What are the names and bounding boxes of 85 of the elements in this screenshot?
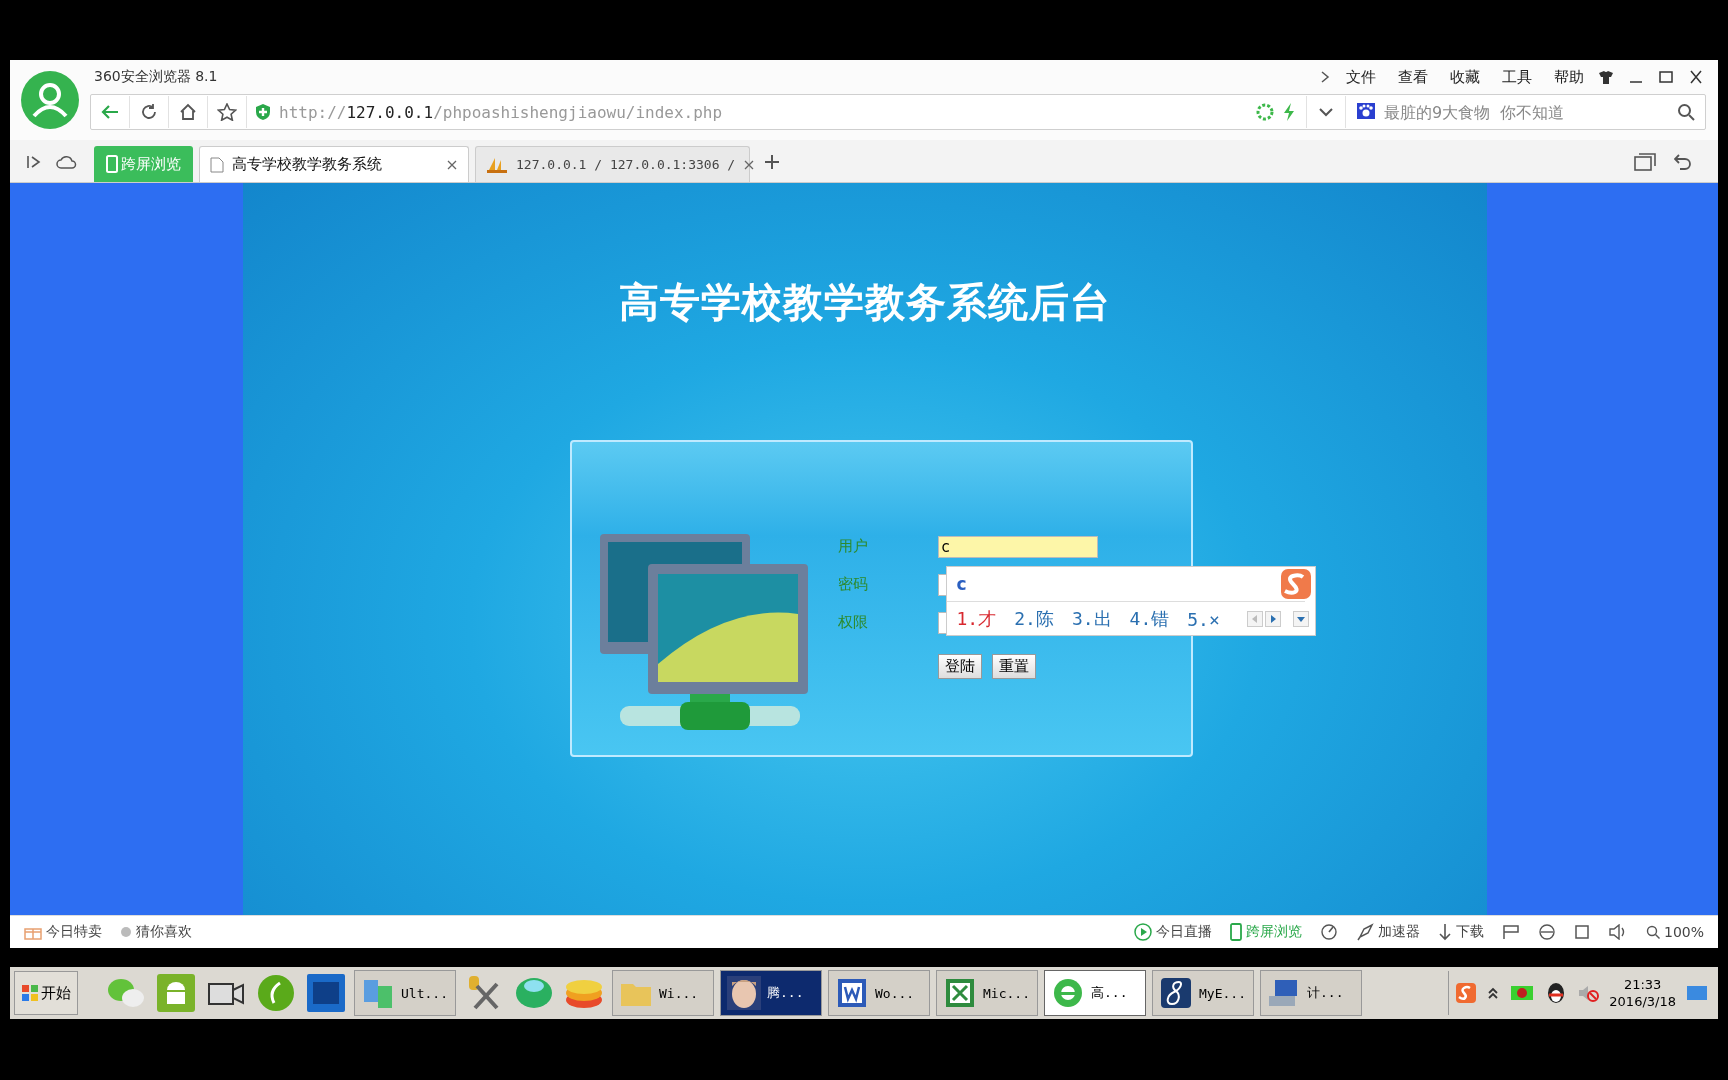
chevron-down-icon[interactable] — [1318, 107, 1334, 117]
next-page-icon[interactable] — [1264, 611, 1281, 627]
status-link[interactable]: 今日特卖 — [24, 923, 102, 941]
shirt-icon[interactable] — [1598, 70, 1614, 84]
star-icon[interactable] — [217, 103, 237, 121]
flag-icon[interactable] — [1501, 924, 1520, 940]
start-button[interactable]: 开始 — [14, 971, 78, 1015]
reload-icon[interactable] — [140, 103, 158, 121]
zoom-level[interactable]: 100% — [1645, 924, 1704, 940]
dropdown-icon[interactable] — [1292, 611, 1309, 627]
page-title: 高专学校教学教务系统后台 — [619, 277, 1111, 327]
menu-item[interactable]: 收藏 — [1444, 67, 1486, 87]
ime-candidate[interactable]: 1.才 — [956, 607, 997, 631]
browser-icon[interactable] — [1051, 976, 1085, 1010]
ime-candidate[interactable]: 2.陈 — [1014, 607, 1054, 631]
field-label: 权限 — [837, 612, 868, 633]
refresh-mode-icon[interactable] — [1256, 103, 1274, 121]
figure-eight-icon[interactable] — [1159, 976, 1193, 1010]
network-icon[interactable] — [1509, 983, 1536, 1003]
status-link[interactable]: 今日直播 — [1133, 923, 1212, 941]
taskbar-button[interactable]: 高... — [1044, 970, 1146, 1016]
window-icon[interactable] — [1573, 924, 1590, 940]
download-icon — [1437, 923, 1452, 941]
paw-icon[interactable] — [1356, 102, 1378, 122]
field-label: 用户 — [837, 536, 868, 557]
menu-item[interactable]: 文件 — [1340, 67, 1382, 87]
speed-dial-icon[interactable] — [1319, 923, 1338, 941]
taskbar-button[interactable]: Ult... — [354, 970, 456, 1016]
phone-icon — [1229, 923, 1242, 941]
shield-icon — [255, 103, 271, 121]
back-icon[interactable] — [100, 103, 120, 121]
undo-icon[interactable] — [1674, 153, 1692, 171]
s-logo-icon[interactable] — [1455, 982, 1478, 1004]
windows-logo-icon — [21, 984, 39, 1002]
phone-icon — [106, 155, 118, 173]
cloud-icon[interactable] — [56, 154, 78, 170]
ime-candidate[interactable]: 4.错 — [1129, 607, 1170, 631]
ime-candidate[interactable]: 5.× — [1187, 608, 1220, 630]
play-icon — [1133, 923, 1152, 941]
sidebar-toggle-icon[interactable] — [26, 154, 42, 170]
menu-item[interactable]: 帮助 — [1548, 67, 1590, 87]
taskbar-button[interactable]: MyE... — [1152, 970, 1254, 1016]
login-button[interactable]: 登陆 — [937, 654, 982, 679]
close-icon[interactable] — [446, 158, 458, 171]
home-icon[interactable] — [179, 103, 197, 121]
search-icon — [1645, 925, 1660, 939]
menu-item[interactable]: 工具 — [1496, 67, 1538, 87]
window-title: 360安全浏览器 8.1 — [94, 68, 218, 86]
field-label: 密码 — [837, 574, 868, 595]
taskbar-button[interactable]: 计... — [1260, 970, 1362, 1016]
search-field[interactable]: 最脏的9大食物 你不知道 — [1382, 101, 1673, 123]
dot-icon — [120, 926, 132, 938]
clock-date: 2016/3/18 — [1609, 993, 1676, 1010]
page-icon — [210, 156, 224, 173]
status-link[interactable]: 猜你喜欢 — [120, 923, 192, 941]
ie-icon[interactable] — [1537, 923, 1556, 941]
chevron-up-icon[interactable] — [1487, 986, 1500, 1000]
rocket-icon — [1355, 923, 1374, 941]
close-icon[interactable] — [1688, 70, 1704, 84]
document-icon[interactable] — [835, 976, 869, 1010]
maximize-icon[interactable] — [1658, 70, 1674, 84]
show-desktop-icon[interactable] — [1686, 984, 1708, 1002]
browser-tab[interactable]: 高专学校教学教务系统 — [199, 146, 469, 182]
disc-icon[interactable] — [256, 973, 296, 1013]
taskbar-button[interactable]: 腾... — [720, 970, 822, 1016]
taskbar-button[interactable]: Wi... — [612, 970, 714, 1016]
reset-button[interactable]: 重置 — [991, 654, 1036, 679]
search-icon[interactable] — [1677, 103, 1695, 121]
taskbar-button[interactable]: Mic... — [936, 970, 1038, 1016]
menu-item[interactable]: 查看 — [1392, 67, 1434, 87]
status-link[interactable]: 下载 — [1437, 923, 1484, 941]
taskbar-button[interactable]: Wo... — [828, 970, 930, 1016]
spreadsheet-icon[interactable] — [943, 976, 977, 1010]
url-text[interactable]: http://127.0.0.1/phpoashishengjiaowu/index.php — [279, 102, 723, 122]
close-icon[interactable] — [743, 158, 756, 171]
chevron-right-icon[interactable] — [1320, 70, 1330, 84]
ime-candidate[interactable]: 3.出 — [1071, 607, 1112, 631]
new-tab-icon[interactable] — [764, 154, 780, 170]
restore-windows-icon[interactable] — [1634, 153, 1656, 171]
lightning-icon[interactable] — [1282, 102, 1296, 122]
ime-input-text: c — [956, 574, 967, 594]
input-field[interactable]: c — [937, 536, 1098, 558]
status-link[interactable]: 加速器 — [1355, 923, 1420, 941]
clock-time: 21:33 — [1623, 976, 1662, 993]
user-avatar-icon[interactable] — [20, 70, 80, 130]
